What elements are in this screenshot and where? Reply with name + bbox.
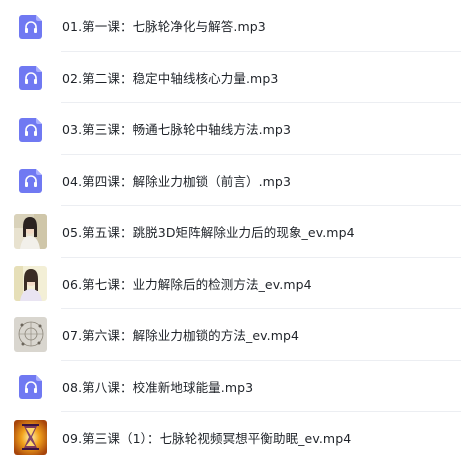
file-row-09[interactable]: 09.第三课（1）：七脉轮视频冥想平衡助眠_ev.mp4: [0, 412, 461, 464]
file-thumbnail: [0, 309, 62, 361]
file-name: 08.第八课：校准新地球能量.mp3: [62, 379, 254, 395]
video-thumbnail-hourglass: [14, 420, 47, 456]
headphones-file-icon: [19, 375, 42, 400]
file-name: 01.第一课：七脉轮净化与解答.mp3: [62, 19, 266, 35]
file-thumbnail: [0, 206, 62, 258]
file-thumbnail: [0, 361, 62, 413]
file-row-02[interactable]: 02.第二课：稳定中轴线核心力量.mp3: [0, 52, 461, 104]
file-row-08[interactable]: 08.第八课：校准新地球能量.mp3: [0, 361, 461, 413]
file-row-05[interactable]: 05.第五课：跳脱3D矩阵解除业力后的现象_ev.mp4: [0, 206, 461, 258]
file-name: 07.第六课：解除业力枷锁的方法_ev.mp4: [62, 328, 300, 344]
file-name: 06.第七课：业力解除后的检测方法_ev.mp4: [62, 276, 312, 292]
video-thumbnail-diagram: [14, 317, 47, 353]
file-name: 09.第三课（1）：七脉轮视频冥想平衡助眠_ev.mp4: [62, 431, 352, 447]
headphones-file-icon: [19, 169, 42, 194]
file-row-01[interactable]: 01.第一课：七脉轮净化与解答.mp3: [0, 0, 461, 52]
file-row-07[interactable]: 07.第六课：解除业力枷锁的方法_ev.mp4: [0, 309, 461, 361]
file-thumbnail: [0, 52, 62, 104]
file-thumbnail: [0, 155, 62, 207]
headphones-file-icon: [19, 117, 42, 142]
file-name: 02.第二课：稳定中轴线核心力量.mp3: [62, 70, 279, 86]
file-thumbnail: [0, 103, 62, 155]
file-row-06[interactable]: 06.第七课：业力解除后的检测方法_ev.mp4: [0, 258, 461, 310]
file-name: 03.第三课：畅通七脉轮中轴线方法.mp3: [62, 122, 292, 138]
file-row-04[interactable]: 04.第四课：解除业力枷锁（前言）.mp3: [0, 155, 461, 207]
video-thumbnail-person: [14, 265, 47, 301]
headphones-file-icon: [19, 66, 42, 91]
file-list: 01.第一课：七脉轮净化与解答.mp3 02.第二课：稳定中轴线核心力量.mp3: [0, 0, 461, 476]
file-thumbnail: [0, 412, 62, 464]
file-thumbnail: [0, 258, 62, 310]
file-name: 05.第五课：跳脱3D矩阵解除业力后的现象_ev.mp4: [62, 225, 355, 241]
headphones-file-icon: [19, 14, 42, 39]
video-thumbnail-person: [14, 214, 47, 250]
file-thumbnail: [0, 0, 62, 52]
file-name: 04.第四课：解除业力枷锁（前言）.mp3: [62, 173, 292, 189]
file-row-03[interactable]: 03.第三课：畅通七脉轮中轴线方法.mp3: [0, 103, 461, 155]
